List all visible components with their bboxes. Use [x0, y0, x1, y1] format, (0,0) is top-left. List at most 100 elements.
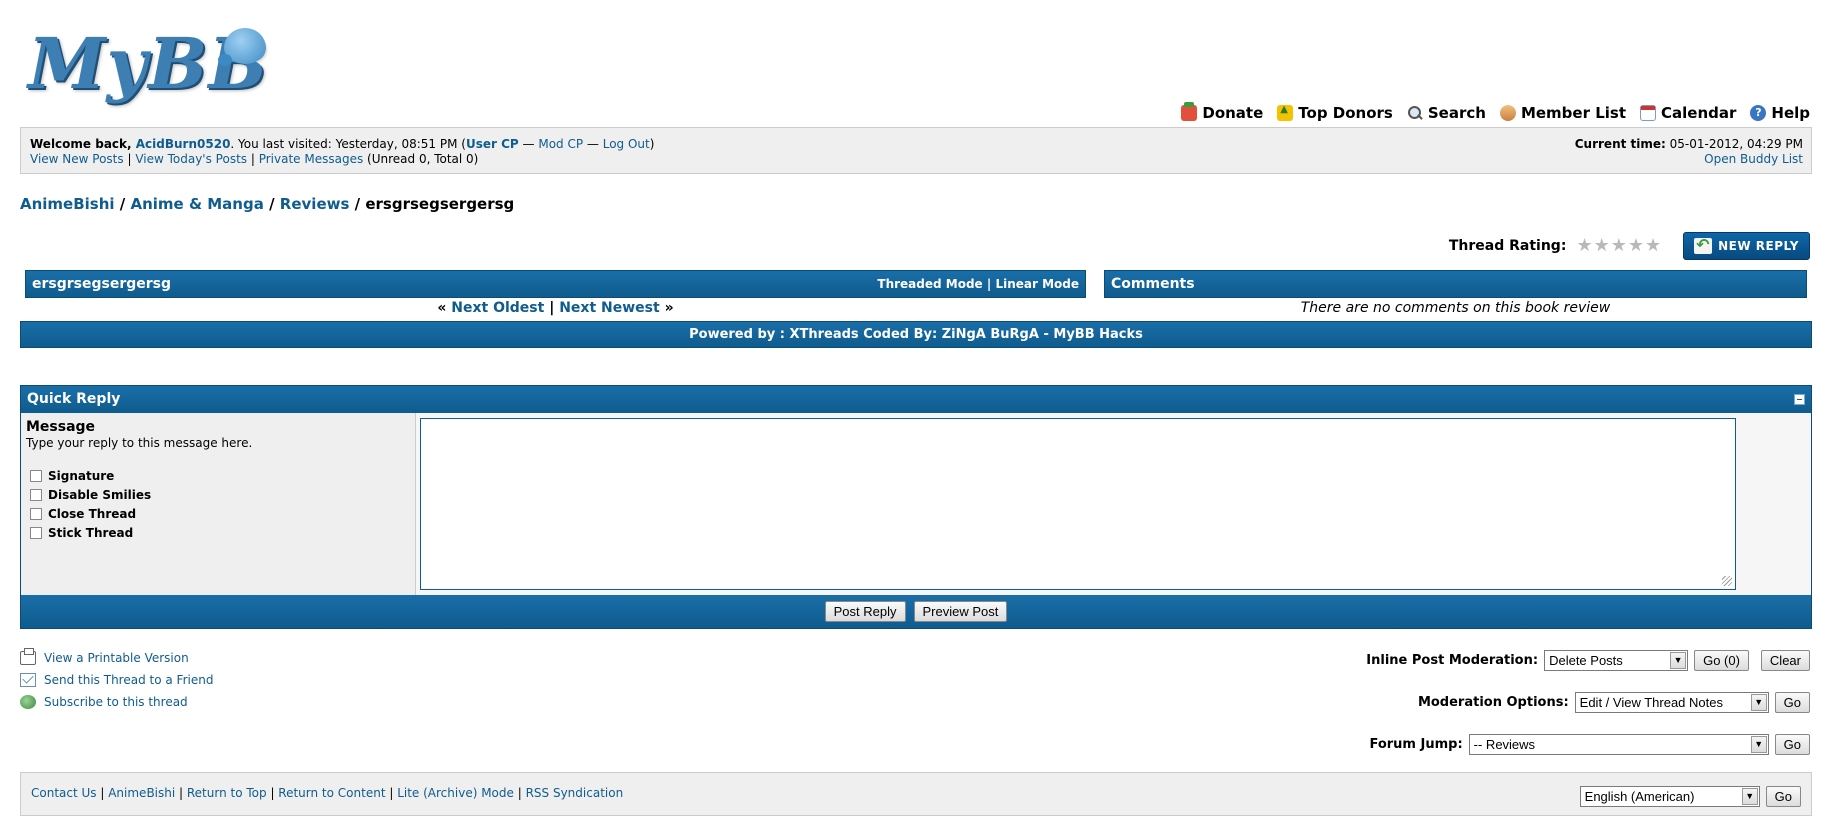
quick-reply-title: Quick Reply: [27, 391, 121, 407]
menu-help[interactable]: ? Help: [1750, 104, 1810, 122]
current-time-value: 05-01-2012, 04:29 PM: [1665, 137, 1803, 151]
site-logo[interactable]: MyBB: [28, 24, 273, 104]
dash-separator: —: [583, 137, 603, 151]
moderation-options-select[interactable]: Edit / View Thread Notes ▼: [1574, 692, 1769, 713]
clear-button[interactable]: Clear: [1760, 650, 1810, 671]
resize-grip-icon[interactable]: [1722, 576, 1732, 586]
preview-post-button[interactable]: Preview Post: [913, 601, 1008, 622]
inline-go-button[interactable]: Go (0): [1694, 650, 1749, 671]
welcome-prefix: Welcome back,: [30, 137, 136, 151]
comments-header: Comments: [1104, 270, 1807, 298]
subscribe-icon: [20, 695, 36, 709]
username-link[interactable]: AcidBurn0520: [136, 137, 231, 151]
modes-sep: |: [982, 277, 996, 291]
options-list: Signature Disable Smilies Close Thread S…: [26, 466, 410, 542]
menu-donate[interactable]: Donate: [1181, 102, 1263, 122]
pipe-separator: |: [123, 152, 136, 166]
contact-us-link[interactable]: Contact Us: [31, 786, 97, 800]
moderation-go-button[interactable]: Go: [1774, 692, 1810, 713]
thread-header: ersgrsegsergersg Threaded Mode | Linear …: [25, 270, 1086, 298]
disable-smilies-label: Disable Smilies: [48, 487, 152, 502]
menu-calendar[interactable]: Calendar: [1640, 104, 1736, 122]
inline-moderation-label: Inline Post Moderation:: [1366, 653, 1539, 668]
printable-version-link[interactable]: View a Printable Version: [44, 651, 189, 665]
member-list-icon: [1499, 105, 1516, 121]
menu-member-list[interactable]: Member List: [1499, 104, 1626, 122]
no-comments-text: There are no comments on this book revie…: [1300, 300, 1611, 316]
return-to-top-link[interactable]: Return to Top: [187, 786, 267, 800]
post-reply-button[interactable]: Post Reply: [824, 601, 906, 622]
option-close-thread[interactable]: Close Thread: [26, 504, 410, 523]
new-reply-button[interactable]: NEW REPLY: [1683, 232, 1810, 260]
animebishi-link[interactable]: AnimeBishi: [108, 786, 175, 800]
stick-thread-checkbox[interactable]: [30, 526, 42, 539]
language-select[interactable]: English (American) ▼: [1579, 786, 1760, 807]
pipe-separator: |: [385, 786, 398, 800]
open-buddy-list-link[interactable]: Open Buddy List: [1704, 152, 1803, 166]
message-area: [416, 413, 1811, 597]
breadcrumb-sep: /: [349, 195, 366, 213]
forum-jump-select[interactable]: -- Reviews ▼: [1468, 734, 1769, 755]
top-menu: Donate Top Donors Search Member List Cal…: [1181, 102, 1810, 122]
option-stick-thread[interactable]: Stick Thread: [26, 523, 410, 542]
nav-sep: |: [544, 300, 560, 316]
send-to-friend-link[interactable]: Send this Thread to a Friend: [44, 673, 213, 687]
display-modes: Threaded Mode | Linear Mode: [877, 271, 1079, 297]
subscribe-row[interactable]: Subscribe to this thread: [20, 691, 213, 713]
forum-jump-value: -- Reviews: [1473, 737, 1536, 752]
next-oldest-link[interactable]: Next Oldest: [451, 300, 544, 316]
option-signature[interactable]: Signature: [26, 466, 410, 485]
menu-top-donors-label: Top Donors: [1298, 104, 1393, 122]
linear-mode-link[interactable]: Linear Mode: [995, 277, 1079, 291]
menu-top-donors[interactable]: Top Donors: [1277, 104, 1393, 122]
breadcrumb-anime-manga[interactable]: Anime & Manga: [131, 195, 264, 213]
quick-reply-header: Quick Reply: [21, 386, 1811, 413]
inline-moderation-select[interactable]: Delete Posts ▼: [1544, 650, 1689, 671]
quick-reply-body: Message Type your reply to this message …: [21, 413, 1811, 597]
printable-row[interactable]: View a Printable Version: [20, 647, 213, 669]
view-todays-posts-link[interactable]: View Today's Posts: [135, 152, 247, 166]
close-thread-checkbox[interactable]: [30, 507, 42, 520]
chevron-down-icon: ▼: [1750, 694, 1767, 711]
search-icon: [1407, 105, 1423, 121]
user-cp-link[interactable]: User CP: [466, 137, 519, 151]
star-icon[interactable]: ★: [1576, 237, 1592, 255]
star-icon[interactable]: ★: [1628, 237, 1644, 255]
welcome-left: Welcome back, AcidBurn0520. You last vis…: [30, 137, 654, 167]
breadcrumb-current: ersgrsegsergersg: [365, 195, 515, 213]
chevron-down-icon: ▼: [1750, 736, 1767, 753]
breadcrumb-animebishi[interactable]: AnimeBishi: [20, 195, 115, 213]
lite-archive-mode-link[interactable]: Lite (Archive) Mode: [397, 786, 514, 800]
help-icon: ?: [1750, 105, 1767, 121]
signature-checkbox[interactable]: [30, 469, 42, 482]
log-out-link[interactable]: Log Out: [603, 137, 650, 151]
forum-jump-go-button[interactable]: Go: [1774, 734, 1810, 755]
option-disable-smilies[interactable]: Disable Smilies: [26, 485, 410, 504]
inline-moderation: Inline Post Moderation: Delete Posts ▼ G…: [1366, 650, 1810, 671]
message-textarea[interactable]: [420, 418, 1736, 590]
footer-links: Contact Us | AnimeBishi | Return to Top …: [31, 786, 623, 800]
disable-smilies-checkbox[interactable]: [30, 488, 42, 501]
return-to-content-link[interactable]: Return to Content: [278, 786, 385, 800]
thread-title: ersgrsegsergersg: [32, 276, 172, 292]
language-go-button[interactable]: Go: [1765, 786, 1801, 807]
close-thread-label: Close Thread: [48, 506, 137, 521]
star-icon[interactable]: ★: [1611, 237, 1627, 255]
next-newest-link[interactable]: Next Newest: [559, 300, 659, 316]
mod-cp-link[interactable]: Mod CP: [538, 137, 583, 151]
rss-syndication-link[interactable]: RSS Syndication: [526, 786, 624, 800]
subscribe-link[interactable]: Subscribe to this thread: [44, 695, 188, 709]
chevron-down-icon: ▼: [1670, 652, 1687, 669]
send-friend-row[interactable]: Send this Thread to a Friend: [20, 669, 213, 691]
threaded-mode-link[interactable]: Threaded Mode: [877, 277, 982, 291]
chevron-down-icon: ▼: [1741, 788, 1758, 805]
view-new-posts-link[interactable]: View New Posts: [30, 152, 124, 166]
breadcrumb-reviews[interactable]: Reviews: [280, 195, 350, 213]
moderation-options-label: Moderation Options:: [1417, 695, 1569, 710]
menu-search[interactable]: Search: [1407, 104, 1486, 122]
private-messages-link[interactable]: Private Messages: [259, 152, 364, 166]
collapse-icon[interactable]: [1794, 394, 1805, 405]
star-icon[interactable]: ★: [1645, 237, 1661, 255]
star-icon[interactable]: ★: [1594, 237, 1610, 255]
nav-prefix: «: [437, 300, 452, 316]
